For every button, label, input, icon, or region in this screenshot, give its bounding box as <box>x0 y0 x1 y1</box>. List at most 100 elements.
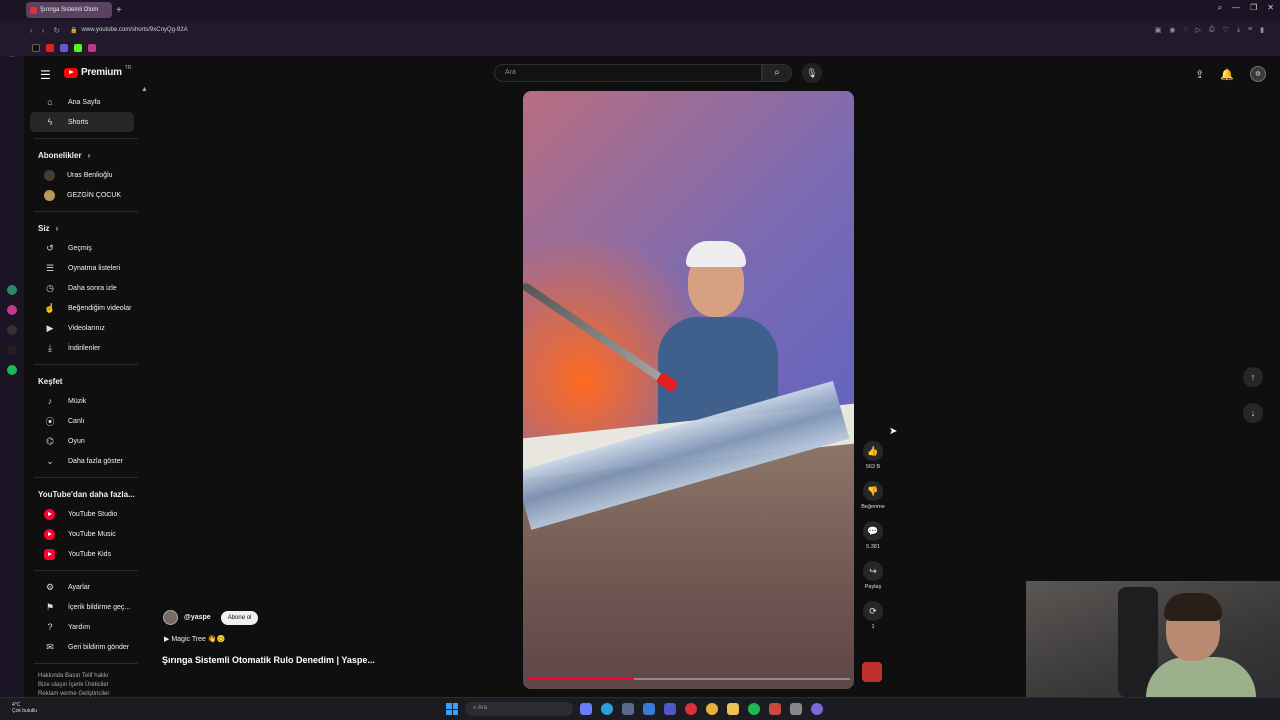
reload-button[interactable]: ↻ <box>53 26 60 35</box>
discord-taskbar-icon[interactable] <box>811 703 823 715</box>
previous-video-button[interactable]: ↑ <box>1243 367 1263 387</box>
sidebar-item-your-videos[interactable]: ▶ Videolarınız <box>30 318 134 338</box>
search-tabs-icon[interactable]: ⌕ <box>1218 3 1222 13</box>
easy-setup-icon[interactable]: ≡ <box>1248 26 1252 34</box>
notifications-icon[interactable]: 🔔 <box>1220 68 1234 81</box>
spotify-taskbar-icon[interactable] <box>748 703 760 715</box>
sidebar-item-playlists[interactable]: ☰ Oynatma listeleri <box>30 258 134 278</box>
x-rail-icon[interactable] <box>7 345 17 355</box>
maximize-button[interactable]: ❐ <box>1250 3 1257 13</box>
you-heading[interactable]: Siz › <box>24 218 148 238</box>
app-taskbar-icon[interactable] <box>790 703 802 715</box>
avatar[interactable]: ◍ <box>1250 66 1266 82</box>
video-progress-bar[interactable] <box>527 678 850 680</box>
sidebar-item-help[interactable]: ? Yardım <box>30 617 134 637</box>
spotify-rail-icon[interactable] <box>7 365 17 375</box>
explorer-taskbar-icon[interactable] <box>727 703 739 715</box>
footer-link-row[interactable]: Bize ulaşın İçerik Üreticiler <box>38 681 134 690</box>
sidebar-item-subscription[interactable]: GEZGİN ÇOCUK <box>30 185 134 205</box>
opera-taskbar-icon[interactable] <box>685 703 697 715</box>
sidebar-item-watch-later[interactable]: ◷ Daha sonra izle <box>30 278 134 298</box>
sidebar-item-feedback[interactable]: ✉ Geri bildirim gönder <box>30 637 134 657</box>
comment-button[interactable]: 💬 <box>863 521 883 541</box>
copilot-taskbar-icon[interactable] <box>580 703 592 715</box>
store-taskbar-icon[interactable] <box>622 703 634 715</box>
channel-name[interactable]: @yaspe <box>184 614 211 621</box>
weather-widget[interactable]: 4°C Çok bulutlu <box>12 702 37 714</box>
sidebar-item-history[interactable]: ↺ Geçmiş <box>30 238 134 258</box>
new-tab-button[interactable]: + <box>116 5 122 16</box>
channel-avatar[interactable] <box>163 610 178 625</box>
sidebar-item-settings[interactable]: ⚙ Ayarlar <box>30 577 134 597</box>
video-title[interactable]: Şırınga Sistemli Otomatik Rulo Denedim |… <box>162 655 375 665</box>
sidebar-item-downloads[interactable]: ⤓ İndirilenler <box>30 338 134 358</box>
forward-button[interactable]: › <box>42 26 45 35</box>
sidebar: ⌂ Ana Sayfa ϟ Shorts Abonelikler › Uras B… <box>24 92 148 697</box>
extension-icon[interactable]: ▣ <box>1155 26 1162 34</box>
voice-search-button[interactable]: 🎙 <box>802 63 822 83</box>
sidebar-item-subscription[interactable]: Uras Benlioğlu <box>30 165 134 185</box>
taskbar-search[interactable]: ⌕ Ara <box>465 702 573 716</box>
close-window-button[interactable]: ✕ <box>1267 3 1274 13</box>
camera-icon[interactable]: ◉ <box>1169 26 1175 34</box>
like-button[interactable]: 👍 <box>863 441 883 461</box>
remix-button[interactable]: ⟳ <box>863 601 883 621</box>
back-button[interactable]: ‹ <box>30 26 33 35</box>
twitch-bookmark-icon[interactable] <box>60 44 68 52</box>
x-bookmark-icon[interactable] <box>32 44 40 52</box>
browser-tabbar: Şırınga Sistemli Otom + ⌕ — ❐ ✕ <box>0 0 1280 20</box>
chatgpt-rail-icon[interactable] <box>7 285 17 295</box>
search-button[interactable]: ⌕ <box>762 64 792 82</box>
browser-tab[interactable]: Şırınga Sistemli Otom <box>26 2 112 18</box>
share-button[interactable]: ↪ <box>863 561 883 581</box>
weather-desc: Çok bulutlu <box>12 708 38 714</box>
chrome-taskbar-icon[interactable] <box>706 703 718 715</box>
music-link[interactable]: ▶ Magic Tree 👋😊 <box>164 635 225 643</box>
more-from-youtube-heading: YouTube'dan daha fazla... <box>24 484 148 504</box>
snapshot-icon[interactable]: ⎙ <box>1209 26 1215 34</box>
sidebar-item-youtube-music[interactable]: YouTube Music <box>30 524 134 544</box>
heart-icon[interactable]: ♡ <box>1223 26 1229 34</box>
dislike-button[interactable]: 👎 <box>863 481 883 501</box>
footer-link-row[interactable]: Hakkında Basın Telif hakkı <box>38 672 134 681</box>
search-input[interactable]: Ara <box>494 64 762 82</box>
sidebar-item-show-more[interactable]: ⌄ Daha fazla göster <box>30 451 134 471</box>
sidebar-item-report-history[interactable]: ⚑ İçerik bildirme geç... <box>30 597 134 617</box>
sidebar-item-live[interactable]: ⦿ Canlı <box>30 411 134 431</box>
vpn-icon[interactable]: ◌ <box>1183 26 1187 34</box>
sidebar-item-label: İçerik bildirme geç... <box>68 603 131 611</box>
sidebar-item-liked-videos[interactable]: ☝ Beğendiğim videolar <box>30 298 134 318</box>
vscode-taskbar-icon[interactable] <box>643 703 655 715</box>
taskbar-apps <box>580 703 823 715</box>
wallet-icon[interactable]: ▮ <box>1260 26 1264 34</box>
edge-taskbar-icon[interactable] <box>601 703 613 715</box>
sidebar-item-music[interactable]: ♪ Müzik <box>30 391 134 411</box>
sidebar-item-shorts[interactable]: ϟ Shorts <box>30 112 134 132</box>
menu-icon[interactable]: ☰ <box>40 68 51 82</box>
sidebar-item-gaming[interactable]: ⌬ Oyun <box>30 431 134 451</box>
youtube-bookmark-icon[interactable] <box>46 44 54 52</box>
start-button[interactable] <box>446 703 458 715</box>
download-browser-icon[interactable]: ⤓ <box>1237 26 1240 34</box>
youtube-kids-icon <box>44 548 55 560</box>
next-video-button[interactable]: ↓ <box>1243 403 1263 423</box>
instagram-rail-icon[interactable] <box>7 305 17 315</box>
sidebar-item-youtube-kids[interactable]: YouTube Kids <box>30 544 134 564</box>
sidebar-item-home[interactable]: ⌂ Ana Sayfa <box>30 92 134 112</box>
sound-thumbnail[interactable] <box>862 662 882 682</box>
sidebar-item-label: Yardım <box>68 623 91 631</box>
sidebar-item-youtube-studio[interactable]: YouTube Studio <box>30 504 134 524</box>
obs-taskbar-icon[interactable] <box>769 703 781 715</box>
youtube-logo[interactable]: Premium TR <box>64 65 131 78</box>
upload-icon[interactable]: ⇪ <box>1195 68 1204 81</box>
subscribe-button[interactable]: Abone ol <box>220 610 259 625</box>
teams-taskbar-icon[interactable] <box>664 703 676 715</box>
instagram-bookmark-icon[interactable] <box>88 44 96 52</box>
minimize-button[interactable]: — <box>1232 3 1240 13</box>
url-field[interactable]: 🔒 www.youtube.com/shorts/9xCnyQg-92A <box>70 27 188 34</box>
kick-bookmark-icon[interactable] <box>74 44 82 52</box>
tiktok-rail-icon[interactable] <box>7 325 17 335</box>
shorts-video-player[interactable] <box>523 91 854 689</box>
player-icon[interactable]: ▷ <box>1196 26 1201 34</box>
subscriptions-heading[interactable]: Abonelikler › <box>24 145 148 165</box>
